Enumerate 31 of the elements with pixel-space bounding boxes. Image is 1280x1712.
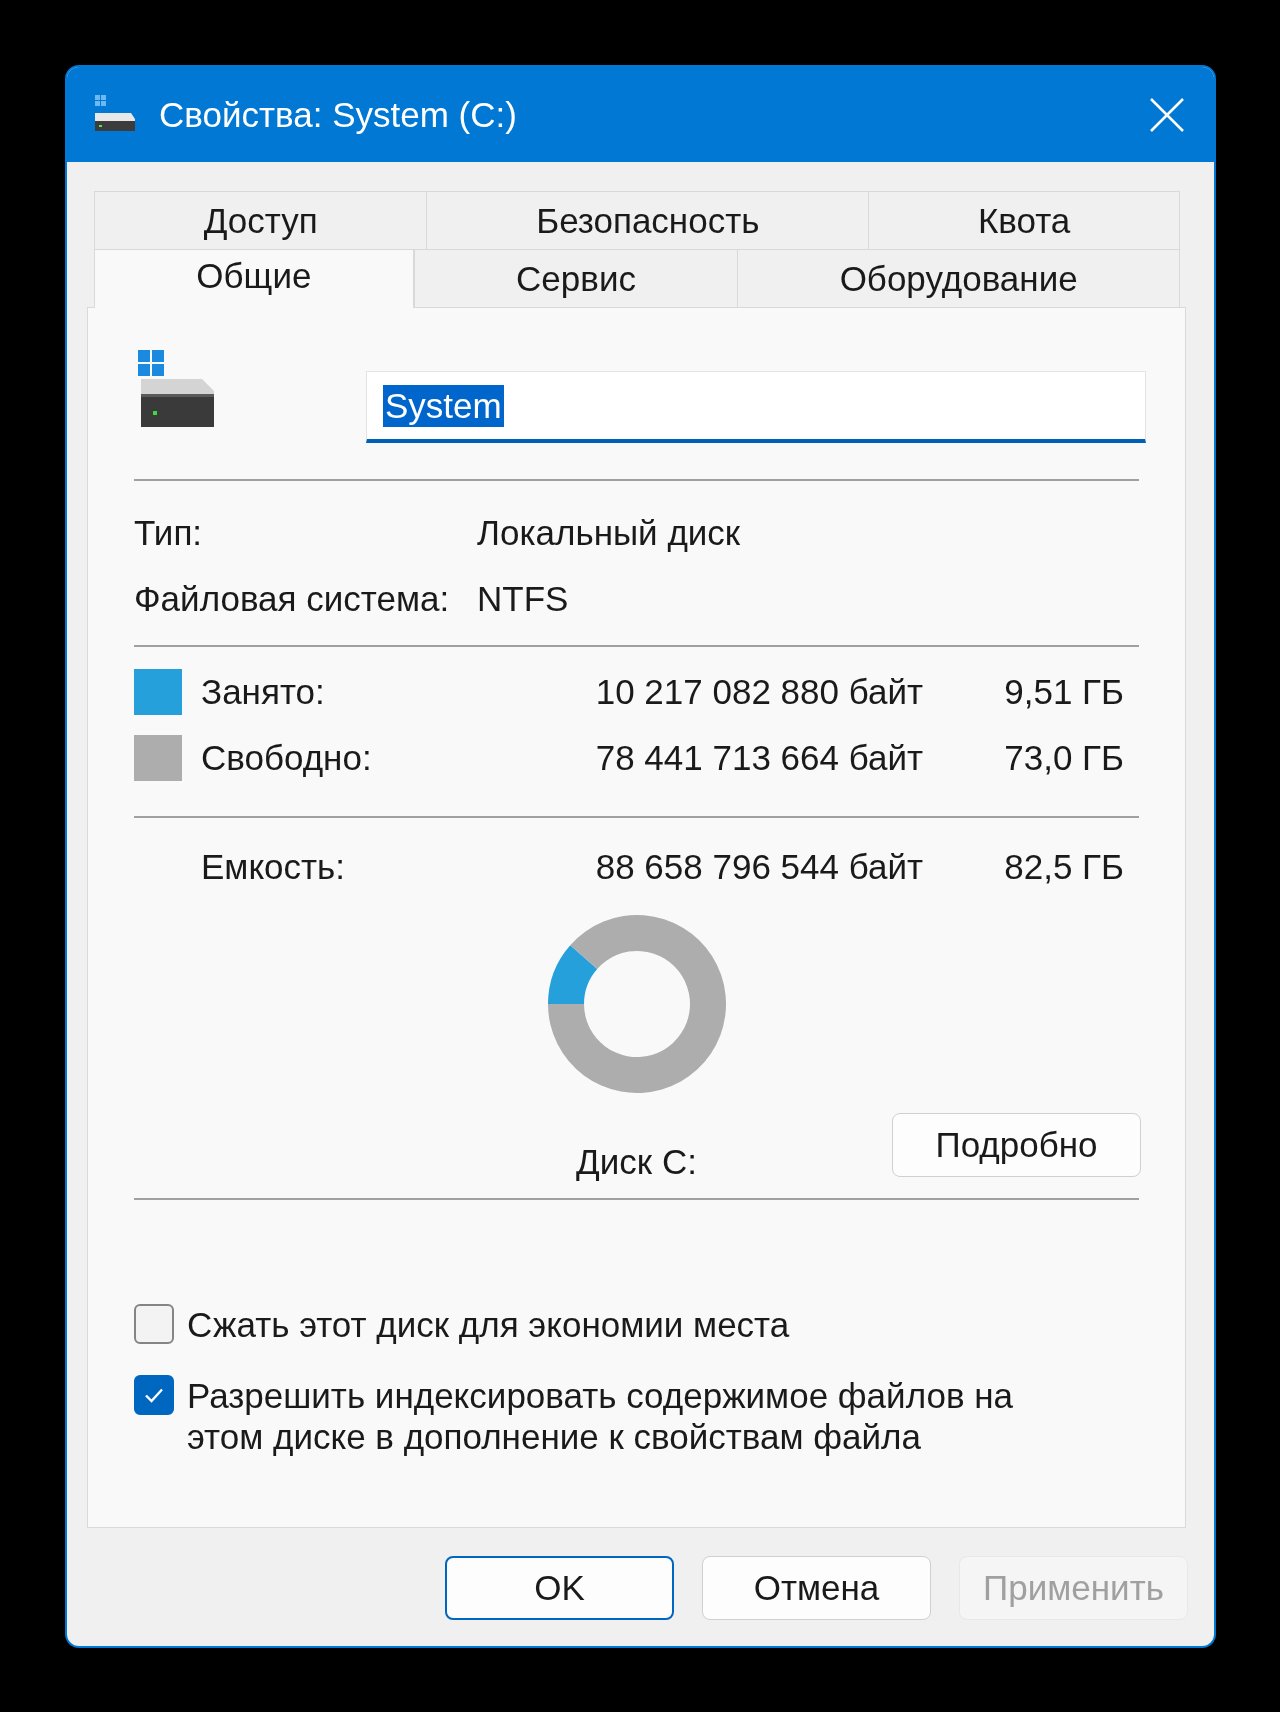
property-label: Файловая система: bbox=[134, 579, 451, 619]
tab[interactable]: Оборудование bbox=[737, 249, 1180, 307]
size-value: 9,51 ГБ bbox=[1003, 672, 1124, 712]
name-field[interactable]: System bbox=[366, 371, 1146, 443]
tab[interactable]: Квота bbox=[868, 191, 1180, 249]
checkbox[interactable] bbox=[134, 1375, 174, 1415]
checkbox-label[interactable]: Разрешить индексировать содержимое файлов на этом диске в дополнение к свойствам файла bbox=[187, 1375, 1062, 1457]
close-icon[interactable] bbox=[1150, 97, 1184, 132]
capacity-label: Емкость: bbox=[201, 847, 347, 887]
checkbox-label[interactable]: Сжать этот диск для экономии места bbox=[187, 1304, 790, 1345]
property-value: NTFS bbox=[477, 579, 569, 619]
tab[interactable]: Безопасность bbox=[426, 191, 869, 249]
usage-label: Занято: bbox=[201, 672, 326, 712]
field-value: System bbox=[383, 384, 504, 427]
property-label: Тип: bbox=[134, 513, 204, 553]
byte-count: 10 217 082 880 байт bbox=[595, 672, 923, 712]
size-value: 82,5 ГБ bbox=[1003, 847, 1124, 887]
property-value: Локальный диск bbox=[477, 513, 741, 553]
chart-title: Диск C: bbox=[576, 1142, 697, 1182]
tab[interactable]: Сервис bbox=[413, 249, 738, 307]
tab[interactable]: Общие bbox=[94, 249, 414, 308]
size-value: 73,0 ГБ bbox=[1003, 738, 1124, 778]
byte-count: 78 441 713 664 байт bbox=[595, 738, 923, 778]
tab[interactable]: Доступ bbox=[94, 191, 427, 249]
byte-count: 88 658 796 544 байт bbox=[595, 847, 923, 887]
dialog-button[interactable]: Отмена bbox=[702, 1556, 931, 1620]
dialog-button[interactable]: OK bbox=[445, 1556, 674, 1620]
usage-label: Свободно: bbox=[201, 738, 373, 778]
window-title: Свойства: System (C:) bbox=[159, 94, 518, 135]
details-button[interactable]: Подробно bbox=[892, 1113, 1141, 1177]
checkbox[interactable] bbox=[134, 1304, 174, 1344]
